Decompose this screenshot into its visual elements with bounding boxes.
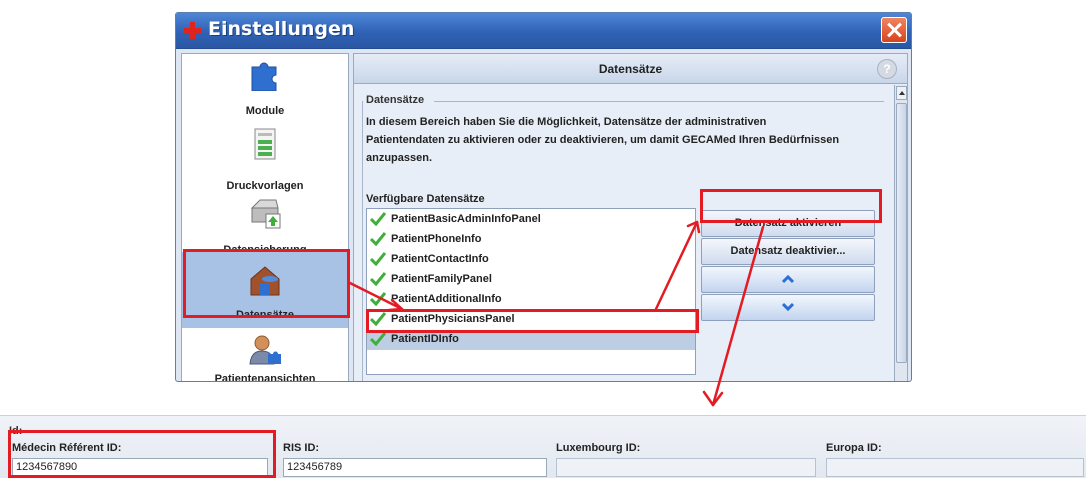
check-icon <box>370 252 386 266</box>
panel-header: Datensätze ? <box>354 54 907 84</box>
page-title: Datensätze <box>598 62 663 76</box>
help-button[interactable]: ? <box>877 59 897 79</box>
highlight-activate-button <box>700 189 882 223</box>
window-title: Einstellungen <box>208 18 355 40</box>
list-item-label: PatientPhoneInfo <box>391 233 482 245</box>
settings-sidebar: Module Druckvorlagen Datensicherung Date… <box>181 53 349 382</box>
vertical-scrollbar[interactable] <box>894 85 907 381</box>
list-item-label: PatientIDInfo <box>391 333 459 345</box>
records-group: Datensätze In diesem Bereich haben Sie d… <box>354 85 894 381</box>
sidebar-item-module[interactable]: Module <box>182 54 348 128</box>
app-cross-icon <box>184 22 201 39</box>
backup-drive-icon <box>250 199 281 229</box>
scrollbar-thumb[interactable] <box>896 103 907 363</box>
list-item-label: PatientFamilyPanel <box>391 273 492 285</box>
close-button[interactable] <box>881 17 907 43</box>
highlight-selected-record <box>366 309 699 333</box>
document-icon <box>254 128 276 160</box>
luxembourg-id-input[interactable] <box>556 458 816 477</box>
puzzle-icon <box>251 62 277 91</box>
ris-id-input[interactable]: 123456789 <box>283 458 547 477</box>
group-divider <box>434 101 884 102</box>
check-icon <box>370 292 386 306</box>
sidebar-item-patientenansichten[interactable]: Patientenansichten <box>182 330 348 382</box>
list-item-selected[interactable]: PatientIDInfo <box>367 330 695 350</box>
list-item[interactable]: PatientBasicAdminInfoPanel <box>367 210 695 230</box>
chevron-down-icon <box>782 303 794 312</box>
group-title: Datensätze <box>366 94 425 106</box>
description-text: In diesem Bereich haben Sie die Möglichk… <box>366 116 840 164</box>
list-item-label: PatientAdditionalInfo <box>391 293 502 305</box>
list-item[interactable]: PatientAdditionalInfo <box>367 290 695 310</box>
check-icon <box>370 212 386 226</box>
list-item[interactable]: PatientFamilyPanel <box>367 270 695 290</box>
move-down-button[interactable] <box>701 294 875 321</box>
europa-id-label: Europa ID: <box>826 442 882 454</box>
list-item[interactable]: PatientPhoneInfo <box>367 230 695 250</box>
europa-id-input[interactable] <box>826 458 1084 477</box>
records-list-label: Verfügbare Datensätze <box>366 193 485 205</box>
highlight-sidebar-datensaetze <box>183 249 350 318</box>
list-item-label: PatientBasicAdminInfoPanel <box>391 213 541 225</box>
records-list[interactable]: PatientBasicAdminInfoPanel PatientPhoneI… <box>366 208 696 375</box>
title-bar[interactable]: Einstellungen <box>176 13 911 49</box>
check-icon <box>370 332 386 346</box>
ris-id-label: RIS ID: <box>283 442 320 454</box>
sidebar-item-label: Patientenansichten <box>214 373 316 382</box>
deactivate-record-button[interactable]: Datensatz deaktivier... <box>701 238 875 265</box>
highlight-medecin-field <box>8 430 276 478</box>
check-icon <box>370 272 386 286</box>
check-icon <box>370 232 386 246</box>
list-item[interactable]: PatientContactInfo <box>367 250 695 270</box>
sidebar-item-druckvorlagen[interactable]: Druckvorlagen <box>182 120 348 194</box>
sidebar-item-label: Module <box>245 105 285 117</box>
user-puzzle-icon <box>249 335 281 365</box>
scroll-up-button[interactable] <box>896 86 907 100</box>
list-item-label: PatientContactInfo <box>391 253 489 265</box>
luxembourg-id-label: Luxembourg ID: <box>556 442 641 454</box>
move-up-button[interactable] <box>701 266 875 293</box>
chevron-up-icon <box>782 274 794 284</box>
